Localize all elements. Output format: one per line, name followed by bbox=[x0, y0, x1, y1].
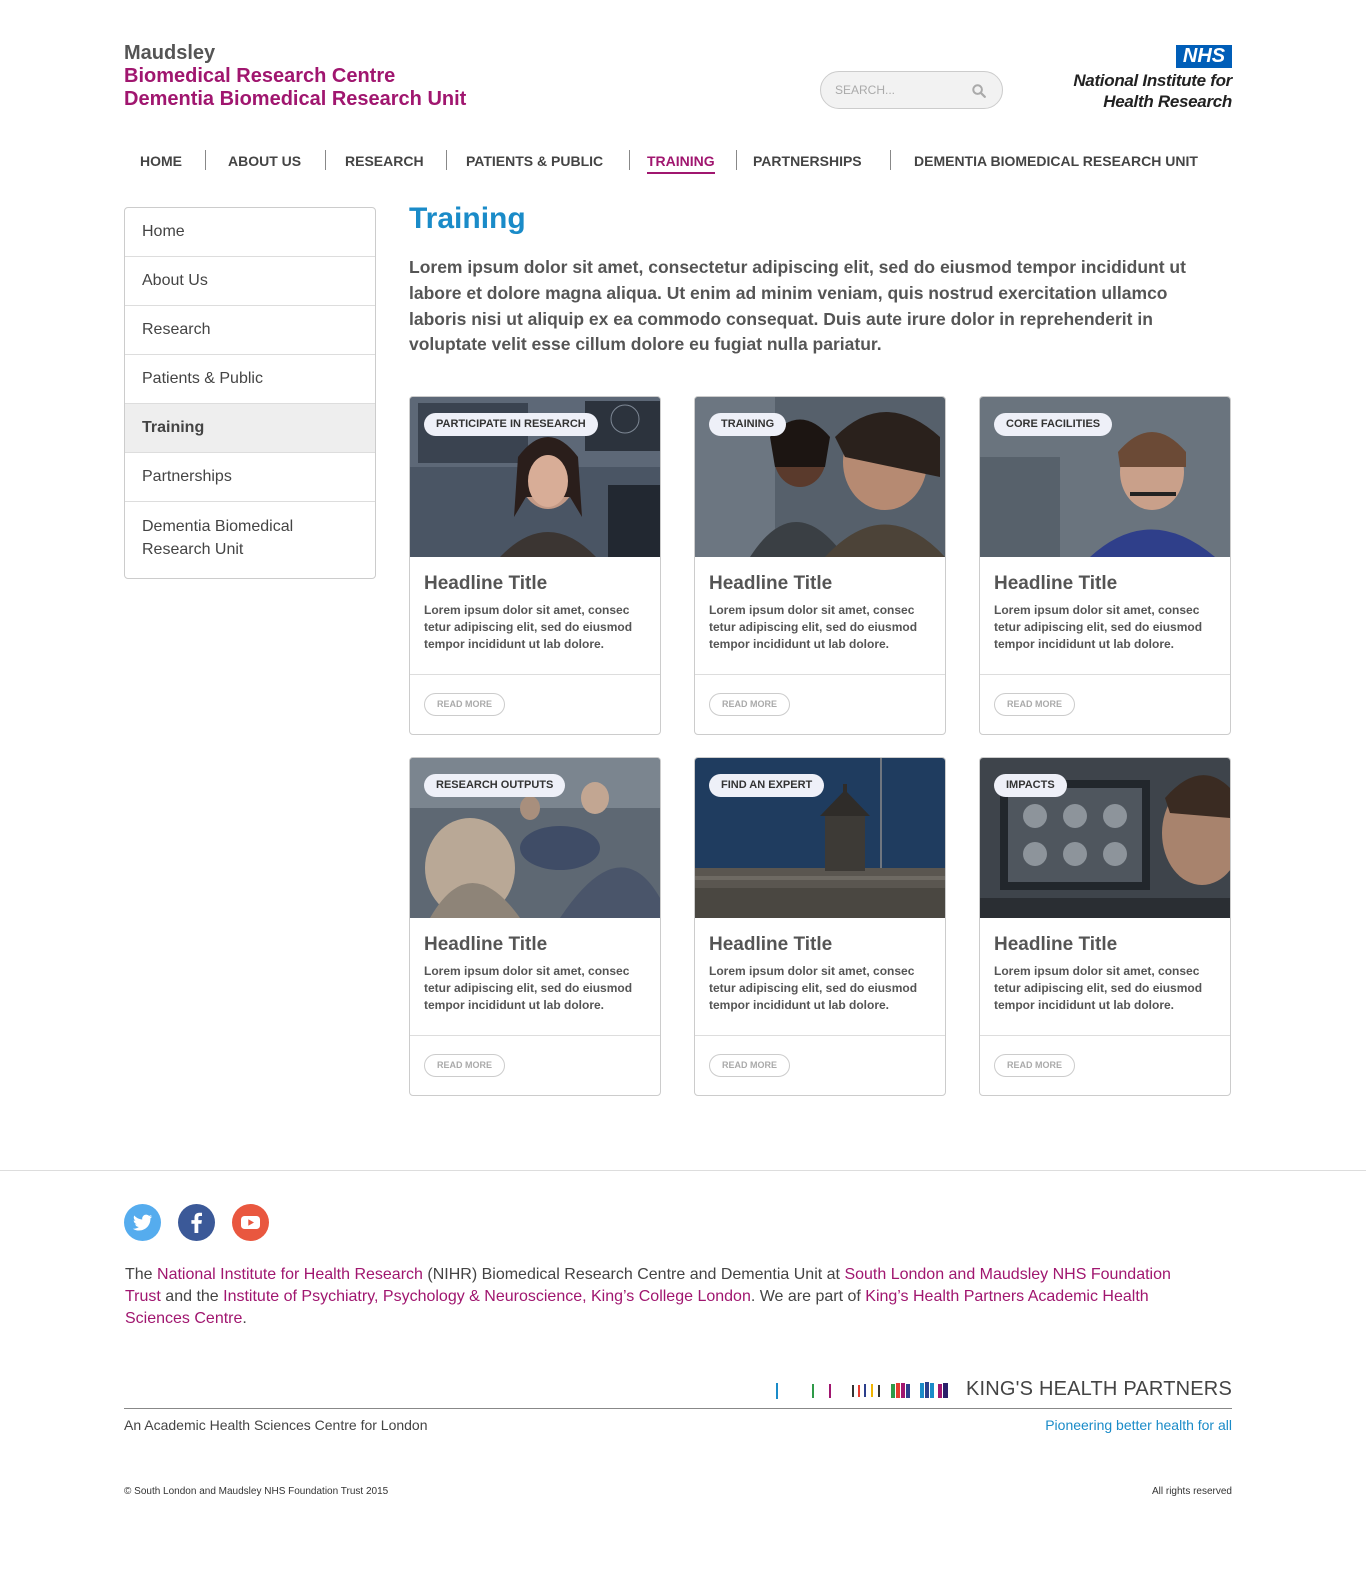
card-category-tag: RESEARCH OUTPUTS bbox=[424, 774, 566, 797]
search-box bbox=[820, 71, 1003, 109]
card-find-an-expert[interactable]: FIND AN EXPERT Headline Title Lorem ipsu… bbox=[694, 757, 946, 1096]
card-training[interactable]: TRAINING Headline Title Lorem ipsum dolo… bbox=[694, 396, 946, 735]
card-category-tag: IMPACTS bbox=[994, 774, 1067, 797]
nav-partnerships[interactable]: PARTNERSHIPS bbox=[753, 148, 862, 174]
footer-text-segment: (NIHR) Biomedical Research Centre and De… bbox=[422, 1266, 845, 1283]
read-more-button[interactable]: READ MORE bbox=[994, 1054, 1076, 1077]
nihr-logo[interactable]: NHS National Institute for Health Resear… bbox=[1040, 45, 1232, 111]
page-title: Training bbox=[409, 202, 526, 235]
ioppn-link[interactable]: Institute of Psychiatry, Psychology & Ne… bbox=[223, 1288, 751, 1305]
card-title: Headline Title bbox=[424, 573, 548, 594]
footer-text-segment: . bbox=[242, 1310, 247, 1327]
card-core-facilities[interactable]: CORE FACILITIES Headline Title Lorem ips… bbox=[979, 396, 1231, 735]
card-divider bbox=[695, 1035, 945, 1036]
footer-divider bbox=[0, 1170, 1366, 1171]
search-icon[interactable] bbox=[972, 84, 986, 98]
card-category-tag: FIND AN EXPERT bbox=[709, 774, 825, 797]
brand-subtitle: Biomedical Research Centre bbox=[124, 65, 396, 87]
nav-divider bbox=[325, 150, 326, 170]
footer-text-segment: and the bbox=[160, 1288, 224, 1305]
khp-name: KING'S HEALTH PARTNERS bbox=[965, 1378, 1232, 1400]
card-divider bbox=[980, 1035, 1230, 1036]
nihr-name: National Institute for Health Research bbox=[1073, 70, 1232, 112]
card-text: Lorem ipsum dolor sit amet, consec tetur… bbox=[709, 964, 918, 1012]
card-text: Lorem ipsum dolor sit amet, consec tetur… bbox=[709, 603, 918, 651]
card-text: Lorem ipsum dolor sit amet, consec tetur… bbox=[994, 964, 1203, 1012]
card-divider bbox=[980, 674, 1230, 675]
card-title: Headline Title bbox=[994, 573, 1118, 594]
card-title: Headline Title bbox=[424, 934, 548, 955]
read-more-button[interactable]: READ MORE bbox=[709, 693, 791, 716]
khp-slogan: Pioneering better health for all bbox=[1045, 1417, 1232, 1433]
khp-color-bars-icon bbox=[776, 1382, 948, 1399]
card-text: Lorem ipsum dolor sit amet, consec tetur… bbox=[424, 964, 633, 1012]
sidebar-item-about-us[interactable]: About Us bbox=[125, 257, 375, 306]
youtube-icon bbox=[232, 1204, 269, 1241]
twitter-link[interactable] bbox=[124, 1204, 161, 1241]
nav-patients-public[interactable]: PATIENTS & PUBLIC bbox=[466, 148, 603, 174]
card-divider bbox=[410, 1035, 660, 1036]
card-research-outputs[interactable]: RESEARCH OUTPUTS Headline Title Lorem ip… bbox=[409, 757, 661, 1096]
sidebar-menu: Home About Us Research Patients & Public… bbox=[124, 207, 376, 579]
intro-text: Lorem ipsum dolor sit amet, consectetur … bbox=[409, 257, 1186, 355]
main-nav: HOME ABOUT US RESEARCH PATIENTS & PUBLIC… bbox=[124, 148, 1232, 178]
brand-title: Maudsley bbox=[124, 42, 216, 64]
sidebar-item-home[interactable]: Home bbox=[125, 208, 375, 257]
nav-dementia-unit[interactable]: DEMENTIA BIOMEDICAL RESEARCH UNIT bbox=[914, 148, 1198, 174]
sidebar-item-training[interactable]: Training bbox=[125, 404, 375, 453]
footer-description: The National Institute for Health Resear… bbox=[125, 1264, 1205, 1330]
nihr-name-line2: Health Research bbox=[1103, 92, 1232, 111]
footer-text-segment: The bbox=[125, 1266, 158, 1283]
sidebar-item-partnerships[interactable]: Partnerships bbox=[125, 453, 375, 502]
nav-divider bbox=[629, 150, 630, 170]
sidebar-item-patients-public[interactable]: Patients & Public bbox=[125, 355, 375, 404]
copyright-text: © South London and Maudsley NHS Foundati… bbox=[124, 1486, 389, 1497]
brand-subtitle-2: Dementia Biomedical Research Unit bbox=[124, 88, 467, 110]
nav-divider bbox=[205, 150, 206, 170]
card-divider bbox=[695, 674, 945, 675]
search-input[interactable] bbox=[835, 83, 965, 97]
read-more-button[interactable]: READ MORE bbox=[424, 1054, 506, 1077]
sidebar-item-dementia-unit[interactable]: Dementia Biomedical Research Unit bbox=[125, 502, 375, 578]
read-more-button[interactable]: READ MORE bbox=[424, 693, 506, 716]
nav-divider bbox=[890, 150, 891, 170]
nihr-link[interactable]: National Institute for Health Research bbox=[157, 1266, 423, 1283]
nav-home[interactable]: HOME bbox=[140, 148, 182, 174]
footer-text-segment: . We are part of bbox=[750, 1288, 866, 1305]
sidebar-item-research[interactable]: Research bbox=[125, 306, 375, 355]
khp-logo[interactable]: KING'S HEALTH PARTNERS bbox=[770, 1376, 1232, 1404]
card-impacts[interactable]: IMPACTS Headline Title Lorem ipsum dolor… bbox=[979, 757, 1231, 1096]
card-title: Headline Title bbox=[709, 573, 833, 594]
card-text: Lorem ipsum dolor sit amet, consec tetur… bbox=[424, 603, 633, 651]
nav-divider bbox=[446, 150, 447, 170]
nav-training[interactable]: TRAINING bbox=[647, 148, 715, 174]
card-participate[interactable]: PARTICIPATE IN RESEARCH Headline Title L… bbox=[409, 396, 661, 735]
nhs-badge: NHS bbox=[1176, 45, 1232, 68]
nihr-name-line1: National Institute for bbox=[1073, 71, 1232, 90]
khp-divider bbox=[124, 1408, 1232, 1409]
card-category-tag: CORE FACILITIES bbox=[994, 413, 1113, 436]
youtube-link[interactable] bbox=[232, 1204, 269, 1241]
facebook-link[interactable] bbox=[178, 1204, 215, 1241]
read-more-button[interactable]: READ MORE bbox=[994, 693, 1076, 716]
nav-research[interactable]: RESEARCH bbox=[345, 148, 424, 174]
card-divider bbox=[410, 674, 660, 675]
nav-divider bbox=[736, 150, 737, 170]
card-category-tag: PARTICIPATE IN RESEARCH bbox=[424, 413, 598, 436]
card-title: Headline Title bbox=[709, 934, 833, 955]
read-more-button[interactable]: READ MORE bbox=[709, 1054, 791, 1077]
nav-about-us[interactable]: ABOUT US bbox=[228, 148, 301, 174]
card-title: Headline Title bbox=[994, 934, 1118, 955]
facebook-icon bbox=[178, 1204, 215, 1241]
rights-text: All rights reserved bbox=[1151, 1486, 1232, 1497]
twitter-icon bbox=[124, 1204, 161, 1241]
card-category-tag: TRAINING bbox=[709, 413, 787, 436]
site-logo[interactable]: Maudsley Biomedical Research Centre Deme… bbox=[124, 42, 466, 111]
khp-tagline: An Academic Health Sciences Centre for L… bbox=[124, 1417, 428, 1433]
card-text: Lorem ipsum dolor sit amet, consec tetur… bbox=[994, 603, 1203, 651]
